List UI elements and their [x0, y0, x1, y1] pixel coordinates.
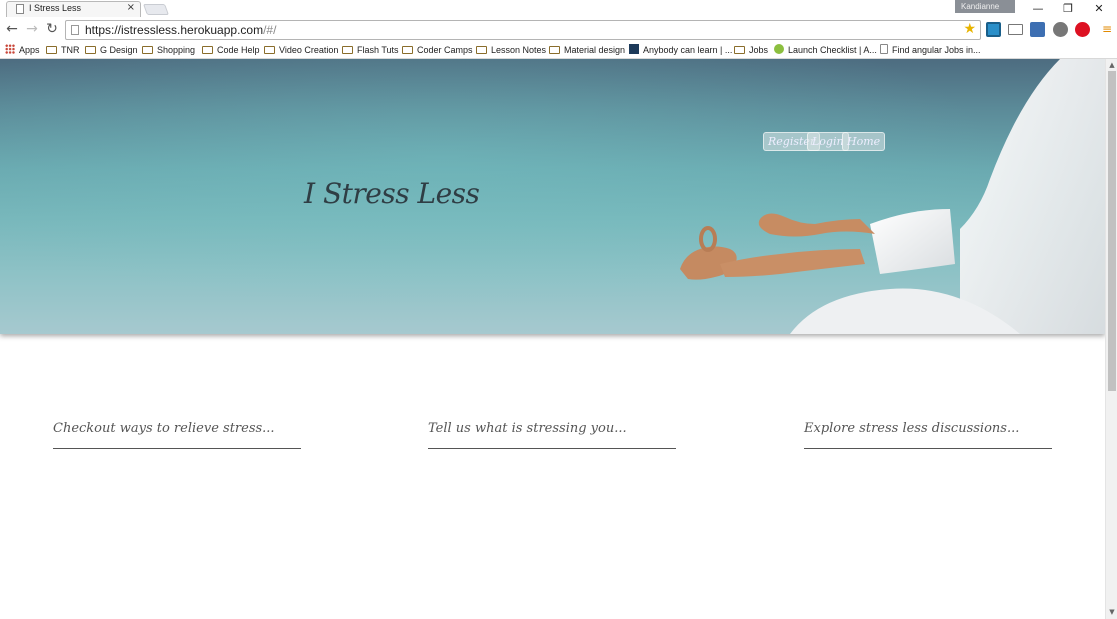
bookmarks-bar: Apps TNR G Design Shopping Code Help Vid…	[0, 42, 1117, 59]
folder-icon	[264, 46, 275, 54]
bookmark-folder[interactable]: Shopping	[142, 43, 195, 57]
address-bar[interactable]: https://istressless.herokuapp.com/#/ ★	[65, 20, 981, 40]
ways-to-relieve-link[interactable]: Checkout ways to relieve stress...	[53, 421, 301, 449]
browser-toolbar: ← → ↻ https://istressless.herokuapp.com/…	[0, 18, 1117, 42]
page-icon	[880, 44, 888, 54]
site-favicon	[629, 44, 639, 54]
bookmark-folder[interactable]: TNR	[46, 43, 80, 57]
bookmark-folder[interactable]: Material design	[549, 43, 625, 57]
column-heading: Tell us what is stressing you...	[428, 421, 627, 436]
bookmark-link[interactable]: Anybody can learn | ...	[629, 43, 732, 57]
bookmark-label: Find angular Jobs in...	[892, 45, 981, 55]
folder-icon	[142, 46, 153, 54]
bookmark-label: Lesson Notes	[491, 45, 547, 55]
bookmark-folder[interactable]: Code Help	[202, 43, 260, 57]
tab-close-icon[interactable]: ×	[127, 2, 135, 13]
bookmark-link[interactable]: Launch Checklist | A...	[774, 43, 877, 57]
column-heading: Explore stress less discussions...	[804, 421, 1020, 436]
profile-name: Kandianne	[961, 2, 1000, 11]
folder-icon	[402, 46, 413, 54]
bookmark-label: Launch Checklist | A...	[788, 45, 877, 55]
home-label: Home	[847, 135, 881, 148]
folder-icon	[734, 46, 745, 54]
scroll-thumb[interactable]	[1108, 71, 1116, 391]
bookmark-label: Anybody can learn | ...	[643, 45, 733, 55]
scroll-down-arrow[interactable]: ▼	[1108, 608, 1116, 616]
folder-icon	[549, 46, 560, 54]
menu-icon[interactable]: ≡	[1099, 21, 1115, 37]
bookmark-label: Coder Camps	[417, 45, 473, 55]
bookmark-label: Flash Tuts	[357, 45, 399, 55]
cast-icon[interactable]	[1008, 24, 1023, 35]
minimize-button[interactable]: —	[1023, 0, 1053, 17]
back-icon[interactable]: ←	[4, 21, 20, 37]
column-heading: Checkout ways to relieve stress...	[53, 421, 275, 436]
android-icon	[774, 44, 784, 54]
site-title: I Stress Less	[304, 177, 480, 210]
bookmark-link[interactable]: Find angular Jobs in...	[880, 43, 981, 57]
adblock-icon[interactable]	[1075, 22, 1090, 37]
apps-grid-icon	[5, 44, 15, 54]
forward-icon[interactable]: →	[24, 21, 40, 37]
address-url: https://istressless.herokuapp.com/#/	[85, 23, 276, 37]
extension-icon-2[interactable]	[1030, 22, 1045, 37]
bookmark-label: Material design	[564, 45, 626, 55]
bookmark-label: Apps	[19, 45, 40, 55]
folder-icon	[46, 46, 57, 54]
vertical-scrollbar[interactable]: ▲ ▼	[1105, 59, 1117, 619]
share-stress-link[interactable]: Tell us what is stressing you...	[428, 421, 676, 449]
browser-tab[interactable]: I Stress Less ×	[6, 1, 141, 17]
bookmark-label: G Design	[100, 45, 138, 55]
folder-icon	[85, 46, 96, 54]
web-page: Register Login Home I Stress Less Checko…	[0, 59, 1105, 619]
new-tab-button[interactable]	[142, 4, 170, 15]
page-icon	[16, 4, 24, 14]
url-main: https://istressless.herokuapp.com	[85, 23, 264, 37]
bookmark-label: Video Creation	[279, 45, 339, 55]
url-rest: /#/	[263, 23, 277, 37]
bookmark-label: Shopping	[157, 45, 196, 55]
bookmark-folder[interactable]: Coder Camps	[402, 43, 473, 57]
bookmark-label: Jobs	[749, 45, 769, 55]
bookmark-folder[interactable]: Lesson Notes	[476, 43, 546, 57]
bookmark-star-icon[interactable]: ★	[963, 21, 976, 37]
restore-button[interactable]: ❐	[1053, 0, 1083, 17]
folder-icon	[342, 46, 353, 54]
home-link[interactable]: Home	[842, 132, 886, 151]
bookmark-folder[interactable]: G Design	[85, 43, 138, 57]
bookmark-folder[interactable]: Jobs	[734, 43, 768, 57]
meditation-figure-image	[680, 59, 1105, 334]
reload-icon[interactable]: ↻	[44, 21, 60, 37]
angular-extension-icon[interactable]	[1053, 22, 1068, 37]
folder-icon	[476, 46, 487, 54]
browser-title-bar: I Stress Less × Kandianne — ❐ ✕	[0, 0, 1117, 17]
hero-banner: Register Login Home I Stress Less	[0, 59, 1105, 334]
scroll-up-arrow[interactable]: ▲	[1108, 61, 1116, 69]
bookmark-label: Code Help	[217, 45, 260, 55]
bookmark-label: TNR	[61, 45, 80, 55]
folder-icon	[202, 46, 213, 54]
close-window-button[interactable]: ✕	[1084, 0, 1114, 17]
bookmark-folder[interactable]: Video Creation	[264, 43, 338, 57]
tab-title: I Stress Less	[29, 3, 82, 13]
profile-badge[interactable]: Kandianne	[955, 0, 1015, 13]
bookmark-folder[interactable]: Flash Tuts	[342, 43, 399, 57]
extension-icon-1[interactable]	[986, 22, 1001, 37]
page-info-icon[interactable]	[71, 25, 79, 35]
bookmark-apps[interactable]: Apps	[5, 43, 40, 57]
discussions-link[interactable]: Explore stress less discussions...	[804, 421, 1052, 449]
login-label: Login	[812, 135, 844, 148]
